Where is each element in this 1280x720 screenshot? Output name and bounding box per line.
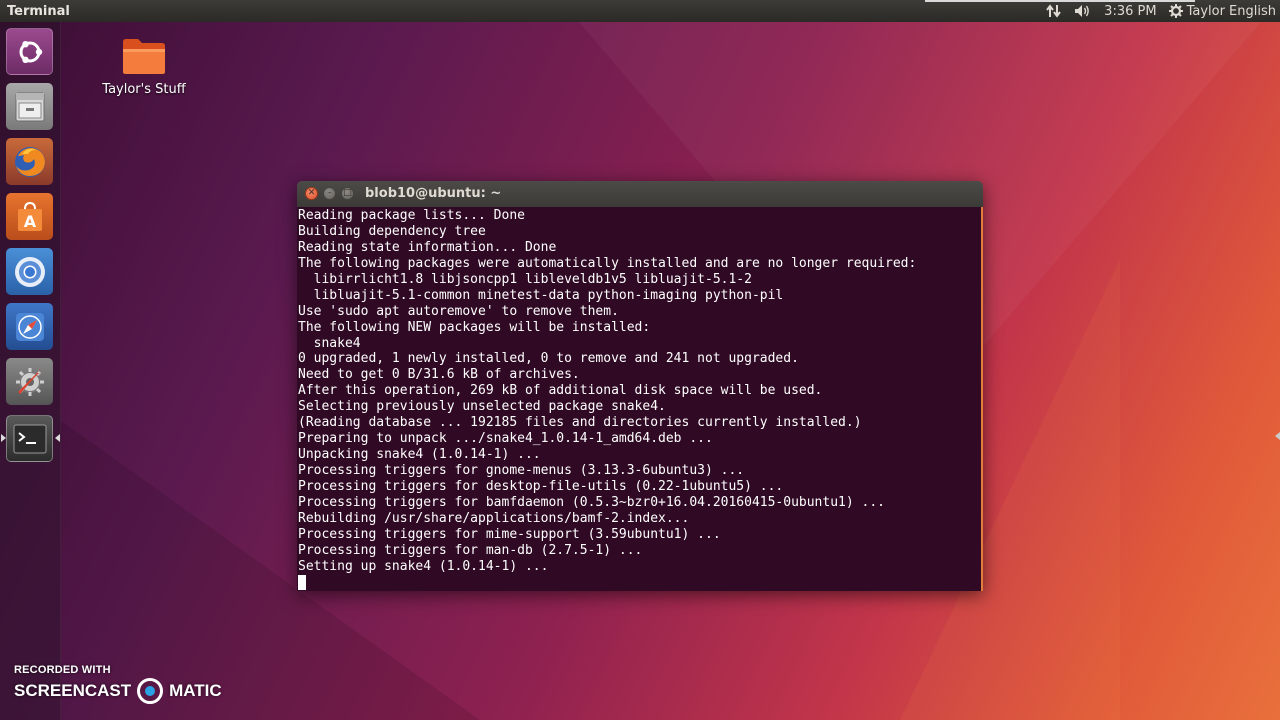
minimize-button[interactable]: –	[323, 187, 336, 200]
terminal-line: Processing triggers for gnome-menus (3.1…	[298, 463, 745, 478]
indicator-area: 3:36 PM Taylor English	[1046, 0, 1280, 22]
text-cursor	[298, 574, 306, 590]
sound-indicator[interactable]	[1074, 3, 1092, 19]
desktop-folder-label: Taylor's Stuff	[102, 82, 186, 97]
terminal-line: (Reading database ... 192185 files and d…	[298, 415, 862, 431]
window-title: blob10@ubuntu: ~	[365, 186, 502, 201]
terminal-line: Processing triggers for mime-support (3.…	[298, 526, 721, 542]
active-app-title[interactable]: Terminal	[0, 4, 70, 19]
terminal-line: Processing triggers for bamfdaemon (0.5.…	[298, 494, 885, 510]
terminal-line: Unpacking snake4 (1.0.14-1) ...	[298, 447, 541, 463]
screencast-watermark: RECORDED WITH SCREENCAST MATIC	[14, 664, 222, 704]
terminal-output[interactable]: Reading package lists... Done Building de…	[297, 207, 981, 591]
focused-indicator	[55, 434, 60, 442]
desktop-folder-item[interactable]: Taylor's Stuff	[98, 36, 190, 97]
terminal-line: After this operation, 269 kB of addition…	[298, 383, 823, 399]
network-updown-icon	[1046, 4, 1061, 18]
edge-arrow-icon	[1275, 432, 1280, 440]
launcher-firefox-button[interactable]	[6, 138, 53, 185]
running-indicator	[1, 434, 6, 442]
maximize-icon: □	[343, 188, 352, 198]
launcher-web-browser-button[interactable]	[6, 303, 53, 350]
watermark-left-text: SCREENCAST	[14, 681, 132, 700]
maximize-button[interactable]: □	[341, 187, 354, 200]
terminal-line: Processing triggers for desktop-file-uti…	[298, 478, 784, 494]
folder-icon	[123, 39, 165, 74]
volume-icon	[1075, 5, 1090, 17]
chromium-icon	[14, 256, 45, 287]
terminal-line: Setting up snake4 (1.0.14-1) ...	[298, 558, 549, 574]
terminal-line: Reading state information... Done	[298, 239, 557, 255]
launcher: A	[0, 22, 61, 720]
session-indicator[interactable]: Taylor English	[1168, 3, 1276, 19]
terminal-line: Need to get 0 B/31.6 kB of archives.	[298, 367, 580, 383]
window-titlebar[interactable]: ✕ – □ blob10@ubuntu: ~	[297, 181, 983, 207]
firefox-icon	[14, 146, 45, 177]
wrench-gear-icon	[15, 367, 44, 396]
terminal-prompt-line[interactable]	[298, 574, 981, 591]
terminal-line: libluajit-5.1-common minetest-data pytho…	[298, 287, 784, 303]
terminal-line: 0 upgraded, 1 newly installed, 0 to remo…	[298, 351, 799, 367]
terminal-line: Building dependency tree	[298, 223, 486, 239]
terminal-line: Use 'sudo apt autoremove' to remove them…	[298, 303, 619, 319]
launcher-files-button[interactable]	[6, 83, 53, 130]
terminal-line: libirrlicht1.8 libjsoncpp1 libleveldb1v5…	[298, 271, 752, 287]
terminal-body[interactable]: Reading package lists... Done Building de…	[297, 207, 983, 591]
watermark-recorded-with: RECORDED WITH	[14, 664, 111, 676]
record-icon	[137, 678, 164, 704]
watermark-right-text: MATIC	[169, 681, 222, 700]
launcher-software-button[interactable]: A	[6, 193, 53, 240]
terminal-line: Preparing to unpack .../snake4_1.0.14-1_…	[298, 431, 713, 447]
close-button[interactable]: ✕	[305, 187, 318, 200]
shopping-bag-icon: A	[17, 201, 42, 231]
launcher-settings-button[interactable]	[6, 358, 53, 405]
user-name: Taylor English	[1186, 3, 1276, 19]
ubuntu-logo-icon	[19, 40, 42, 63]
terminal-line: Processing triggers for man-db (2.7.5-1)…	[298, 542, 643, 558]
launcher-dash-button[interactable]	[6, 28, 53, 75]
clock[interactable]: 3:36 PM	[1104, 4, 1156, 19]
svg-text:A: A	[23, 212, 36, 231]
launcher-terminal-button[interactable]	[6, 415, 53, 462]
top-panel: Terminal 3:36 PM Taylor English	[0, 0, 1280, 22]
terminal-icon	[13, 424, 46, 453]
network-indicator[interactable]	[1046, 3, 1062, 19]
gear-icon	[1168, 4, 1183, 18]
terminal-line: Selecting previously unselected package …	[298, 399, 666, 415]
file-cabinet-icon	[15, 92, 44, 121]
terminal-line: Rebuilding /usr/share/applications/bamf-…	[298, 510, 690, 526]
terminal-line: snake4	[298, 335, 361, 351]
compass-icon	[15, 312, 44, 341]
terminal-window[interactable]: ✕ – □ blob10@ubuntu: ~ Reading package l…	[297, 181, 983, 591]
minimize-icon: –	[327, 188, 332, 198]
terminal-line: The following NEW packages will be insta…	[298, 319, 651, 335]
launcher-chromium-button[interactable]	[6, 248, 53, 295]
close-icon: ✕	[307, 188, 316, 198]
terminal-line: Reading package lists... Done	[298, 208, 525, 223]
terminal-line: The following packages were automaticall…	[298, 255, 917, 271]
